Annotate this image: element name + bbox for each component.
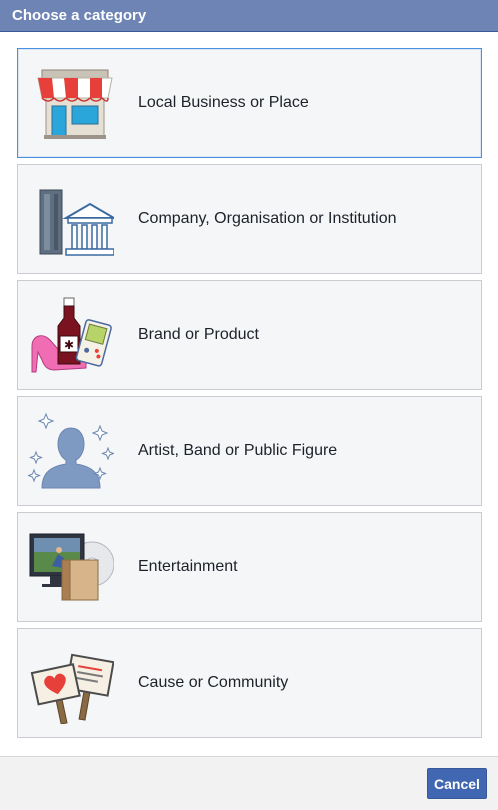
cancel-button[interactable]: Cancel (427, 768, 487, 799)
category-label: Local Business or Place (138, 94, 309, 111)
category-company[interactable]: Company, Organisation or Institution (17, 164, 482, 274)
category-label: Artist, Band or Public Figure (138, 442, 338, 459)
products-icon: ✱ (31, 297, 112, 373)
svg-text:✱: ✱ (64, 338, 74, 352)
category-label: Cause or Community (138, 674, 289, 691)
category-label: Brand or Product (138, 326, 259, 343)
category-cause[interactable]: Cause or Community (17, 628, 482, 738)
dialog-header: Choose a category (0, 0, 498, 32)
storefront-icon (37, 69, 113, 139)
category-entertainment[interactable]: Entertainment (17, 512, 482, 622)
dialog-title: Choose a category (12, 7, 147, 24)
category-local-business[interactable]: Local Business or Place (17, 48, 482, 158)
category-label: Company, Organisation or Institution (138, 210, 397, 227)
category-label: Entertainment (138, 558, 238, 575)
category-artist[interactable]: Artist, Band or Public Figure (17, 396, 482, 506)
category-list: Local Business or Place Company, Organis… (17, 48, 482, 744)
person-silhouette-icon (28, 412, 114, 489)
category-brand[interactable]: ✱ Brand or Product (17, 280, 482, 390)
buildings-icon (39, 189, 114, 256)
protest-signs-icon (30, 653, 114, 724)
dialog-footer: Cancel (0, 756, 498, 810)
entertainment-icon (29, 533, 114, 601)
